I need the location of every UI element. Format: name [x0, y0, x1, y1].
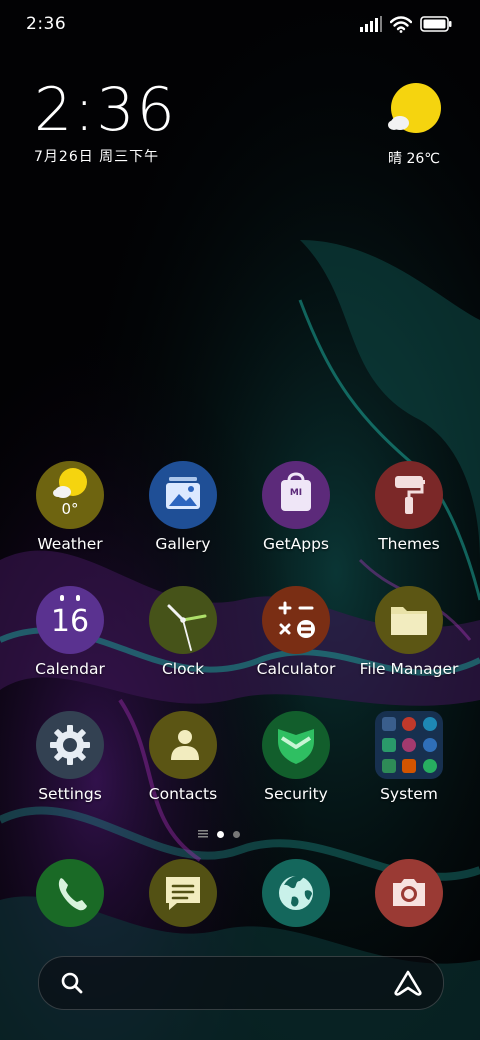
- app-clock[interactable]: Clock: [128, 586, 238, 678]
- signal-icon: [360, 16, 382, 32]
- weather-condition: 晴 26℃: [388, 151, 440, 167]
- system-folder-icon: [375, 711, 443, 779]
- weather-app-temp: 0°: [61, 500, 79, 518]
- dock-messages[interactable]: [149, 859, 217, 927]
- page-dot-active: [217, 830, 224, 838]
- battery-icon: [420, 16, 452, 32]
- app-label-getapps: GetApps: [263, 535, 329, 553]
- calendar-icon: 16: [36, 586, 104, 654]
- app-calculator[interactable]: Calculator: [241, 586, 351, 678]
- person-icon: [149, 711, 217, 779]
- dock-browser[interactable]: [262, 859, 330, 927]
- folder-icon: [375, 586, 443, 654]
- dock-phone[interactable]: [36, 859, 104, 927]
- app-label-gallery: Gallery: [155, 535, 211, 553]
- status-icons: [360, 14, 452, 34]
- app-weather[interactable]: 0° Weather: [15, 461, 125, 553]
- app-security[interactable]: Security: [241, 711, 351, 803]
- calculator-icon: [262, 586, 330, 654]
- app-label-calendar: Calendar: [35, 660, 105, 678]
- status-time: 2:36: [26, 14, 67, 34]
- app-themes[interactable]: Themes: [354, 461, 464, 553]
- camera-icon: [393, 879, 425, 906]
- phone-icon: [58, 878, 87, 911]
- search-icon: [61, 972, 83, 994]
- message-icon: [166, 877, 200, 910]
- app-file-manager[interactable]: File Manager: [354, 586, 464, 678]
- app-label-settings: Settings: [38, 785, 102, 803]
- dock-camera[interactable]: [375, 859, 443, 927]
- app-label-themes: Themes: [378, 535, 440, 553]
- sunny-cloud-icon: [388, 83, 441, 133]
- clock-icon: [149, 586, 217, 654]
- getapps-logo: MI: [289, 488, 303, 498]
- app-gallery[interactable]: Gallery: [128, 461, 238, 553]
- clock-widget[interactable]: 2:36 7月26日 周三下午: [34, 78, 177, 166]
- folder-system[interactable]: System: [354, 711, 464, 803]
- sun-icon: [53, 468, 87, 498]
- calendar-day: 16: [50, 604, 90, 639]
- widget-date: 7月26日 周三下午: [34, 149, 160, 165]
- weather-widget[interactable]: 晴 26℃: [384, 82, 444, 168]
- app-drawer-lines-icon: [198, 830, 208, 838]
- app-contacts[interactable]: Contacts: [128, 711, 238, 803]
- app-label-calculator: Calculator: [256, 660, 336, 678]
- gallery-icon: [149, 461, 217, 529]
- assistant-icon[interactable]: [393, 970, 423, 996]
- page-dot: [233, 830, 240, 838]
- app-getapps[interactable]: MI GetApps: [241, 461, 351, 553]
- weather-app-icon: 0°: [36, 461, 104, 529]
- app-label-weather: Weather: [37, 535, 103, 553]
- page-indicator[interactable]: [198, 830, 240, 838]
- app-label-clock: Clock: [161, 660, 205, 678]
- app-label-file-manager: File Manager: [359, 660, 459, 678]
- status-bar: 2:36: [0, 0, 480, 50]
- app-label-system: System: [380, 785, 438, 803]
- widget-time: 2:36: [34, 75, 177, 145]
- search-bar[interactable]: [38, 956, 444, 1010]
- globe-icon: [279, 875, 313, 910]
- app-calendar[interactable]: 16 Calendar: [15, 586, 125, 678]
- wifi-icon: [390, 15, 412, 33]
- app-label-contacts: Contacts: [148, 785, 218, 803]
- app-label-security: Security: [264, 785, 328, 803]
- paint-roller-icon: [375, 461, 443, 529]
- gear-icon: [36, 711, 104, 779]
- getapps-icon: MI: [262, 461, 330, 529]
- app-settings[interactable]: Settings: [15, 711, 125, 803]
- shield-icon: [262, 711, 330, 779]
